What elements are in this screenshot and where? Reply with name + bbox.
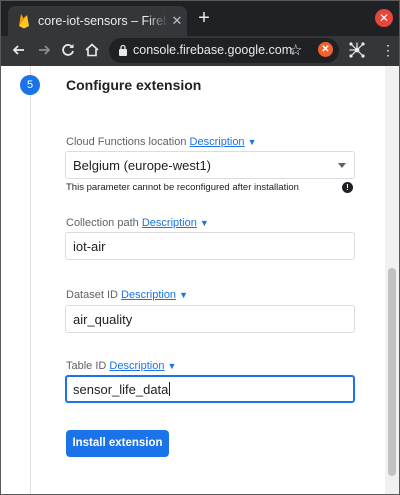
menu-icon[interactable]: ⋮ [381,40,395,60]
field-label-table: Table ID Description ▼ [66,360,176,372]
description-link[interactable]: Description [142,217,197,229]
caret-down-icon[interactable]: ▼ [167,361,176,371]
tab-title: core-iot-sensors – Firebase [38,14,166,28]
network-extension-icon[interactable] [348,41,366,59]
description-link[interactable]: Description [109,360,164,372]
caret-down-icon[interactable]: ▼ [179,290,188,300]
location-select[interactable]: Belgium (europe-west1) [65,151,355,179]
field-label-location: Cloud Functions location Description ▼ [66,136,256,148]
input-value: iot-air [73,239,106,254]
page-content: 5 Configure extension Cloud Functions lo… [1,66,399,494]
forward-icon[interactable] [34,40,54,60]
dataset-id-input[interactable]: air_quality [65,305,355,333]
install-extension-button[interactable]: Install extension [66,430,169,457]
browser-tab[interactable]: core-iot-sensors – Firebase ✕ [8,6,187,36]
field-label-dataset: Dataset ID Description ▼ [66,289,188,301]
caret-down-icon[interactable]: ▼ [248,137,257,147]
tab-title-fade [148,10,168,32]
description-link[interactable]: Description [190,136,245,148]
caret-down-icon[interactable]: ▼ [200,218,209,228]
lock-icon [119,44,127,56]
step-number: 5 [20,75,40,95]
input-value: air_quality [73,312,133,327]
label-text: Collection path [66,217,139,229]
reload-icon[interactable] [58,40,78,60]
title-bar: core-iot-sensors – Firebase ✕ + ✕ [1,1,399,36]
scrollbar[interactable] [385,66,399,494]
description-link[interactable]: Description [121,289,176,301]
label-text: Cloud Functions location [66,136,187,148]
home-icon[interactable] [82,40,102,60]
input-value: sensor_life_data [73,382,171,397]
field-label-collection: Collection path Description ▼ [66,217,209,229]
table-id-input[interactable]: sensor_life_data [65,375,355,403]
tab-close-icon[interactable]: ✕ [170,14,184,28]
browser-window: core-iot-sensors – Firebase ✕ + ✕ consol… [0,0,400,495]
star-icon[interactable]: ☆ [289,41,302,59]
address-bar[interactable]: console.firebase.google.com/… ☆ [109,38,339,63]
select-value: Belgium (europe-west1) [73,158,212,173]
text-cursor [169,382,171,396]
browser-toolbar: console.firebase.google.com/… ☆ ✕ ⋮ [1,36,399,66]
firebase-icon [19,14,29,29]
back-icon[interactable] [9,40,29,60]
url-text: console.firebase.google.com/… [133,43,293,57]
input-text: sensor_life_data [73,382,169,397]
scrollbar-thumb[interactable] [388,268,396,476]
info-icon[interactable]: ! [342,182,353,193]
extension-icon[interactable]: ✕ [318,42,333,57]
stepper-line [30,66,31,494]
window-close-button[interactable]: ✕ [375,9,393,27]
new-tab-button[interactable]: + [195,8,213,28]
dropdown-arrow-icon [338,163,346,168]
step-title: Configure extension [66,77,202,93]
helper-text: This parameter cannot be reconfigured af… [66,182,299,193]
collection-path-input[interactable]: iot-air [65,232,355,260]
label-text: Table ID [66,360,107,372]
label-text: Dataset ID [66,289,118,301]
